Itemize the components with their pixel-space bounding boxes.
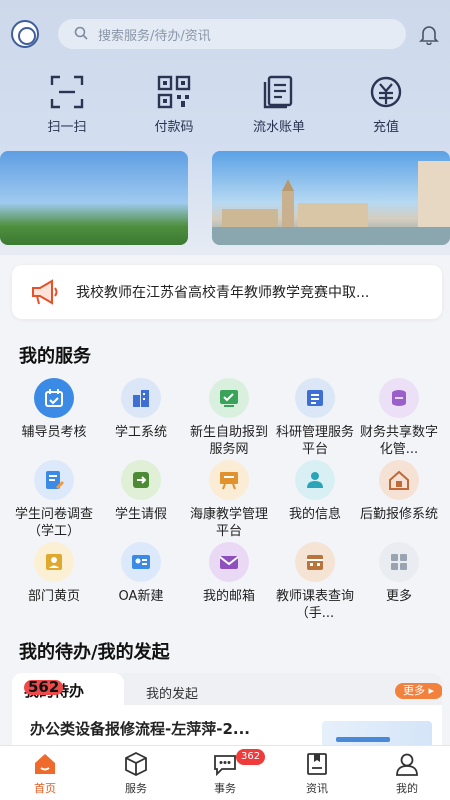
profile-icon [295,460,335,500]
campus-building-illustration [212,161,450,245]
service-item-label: 我的邮箱 [202,589,255,604]
tab-news[interactable]: 资讯 [282,751,352,796]
yellow-pages-icon [34,542,74,582]
tab-mine-label: 我的 [396,782,418,795]
service-item[interactable]: 学生请假 [97,460,185,523]
todo-card: 我的待办 562 我的发起 更多 ▸ 办公类设备报修流程-左萍萍-2... [12,673,442,753]
service-item-label: 学生问卷调查（学工） [14,507,93,539]
recharge-icon [370,76,402,108]
payment-code-button[interactable]: 付款码 [129,74,219,135]
service-item-label: 更多 [385,589,412,604]
todo-count-badge: 562 [24,680,64,695]
tab-my-initiated[interactable]: 我的发起 [146,683,198,702]
service-item[interactable]: 新生自助报到服务网 [185,378,273,458]
service-item[interactable]: 更多 [355,542,443,605]
banner-campus-1[interactable] [0,151,188,245]
calendar-check-icon [34,378,74,418]
service-item-label: 教师课表查询（手... [275,589,354,621]
user-icon [396,753,418,776]
tab-news-label: 资讯 [306,782,328,795]
bill-label: 流水账单 [252,120,305,135]
todo-list-item[interactable]: 办公类设备报修流程-左萍萍-2... [30,718,250,739]
service-item-label: 后勤报修系统 [359,507,438,522]
survey-icon [34,460,74,500]
search-bar[interactable]: 搜索服务/待办/资讯 [58,19,406,49]
recharge-label: 充值 [372,120,399,135]
affairs-count-badge: 362 [236,749,266,765]
service-item-label: 海康教学管理平台 [189,507,268,539]
service-item[interactable]: 学生问卷调查（学工） [10,460,98,540]
coins-icon [379,378,419,418]
oa-new-icon [121,542,161,582]
school-logo [11,20,39,48]
chat-icon [214,755,236,777]
service-item[interactable]: 海康教学管理平台 [185,460,273,540]
service-item[interactable]: 学工系统 [97,378,185,441]
building-icon [121,378,161,418]
quick-actions: 扫一扫 付款码 流水账单 充值 [0,74,450,135]
service-item-label: 新生自助报到服务网 [189,425,268,457]
todo-tabs: 我的待办 562 我的发起 更多 ▸ [12,673,442,705]
search-placeholder: 搜索服务/待办/资讯 [98,29,211,44]
service-item[interactable]: 我的邮箱 [185,542,273,605]
services-title: 我的服务 [19,346,91,367]
tab-services-label: 服务 [125,782,147,795]
mail-icon [209,542,249,582]
service-item[interactable]: 后勤报修系统 [355,460,443,523]
recharge-button[interactable]: 充值 [341,74,431,135]
search-icon [74,26,88,40]
service-item[interactable]: 教师课表查询（手... [271,542,359,622]
service-item-label: 学生请假 [114,507,167,522]
service-item-label: 财务共享数字化管... [359,425,438,457]
service-item-label: 辅导员考核 [21,425,87,440]
research-icon [295,378,335,418]
tab-affairs[interactable]: 事务 362 [190,749,266,796]
tab-my-todo[interactable]: 我的待办 562 [12,673,124,705]
home-icon [35,754,55,774]
teaching-board-icon [209,460,249,500]
todo-section-title: 我的待办/我的发起 [19,642,170,663]
service-item-label: 学工系统 [114,425,167,440]
megaphone-icon [32,279,58,305]
service-item[interactable]: OA新建 [97,542,185,605]
service-item[interactable]: 部门黄页 [10,542,98,605]
bill-button[interactable]: 流水账单 [234,74,324,135]
news-bookmark-icon [307,753,327,775]
qrcode-icon [157,75,191,109]
tab-services[interactable]: 服务 [101,751,171,796]
service-item-label: 部门黄页 [27,589,80,604]
timetable-icon [295,542,335,582]
leave-icon [121,460,161,500]
tab-home[interactable]: 首页 [10,751,80,796]
tab-affairs-label: 事务 [214,782,236,795]
service-item[interactable]: 辅导员考核 [10,378,98,441]
notice-banner[interactable]: 我校教师在江苏省高校青年教师教学竞赛中取... [12,265,442,319]
service-item[interactable]: 科研管理服务平台 [271,378,359,458]
notice-text: 我校教师在江苏省高校青年教师教学竞赛中取... [76,285,370,301]
banner-campus-2[interactable] [212,151,450,245]
payment-code-label: 付款码 [154,120,194,135]
service-cube-icon [125,751,147,777]
tab-home-label: 首页 [34,782,56,795]
checkin-icon [209,378,249,418]
service-item[interactable]: 我的信息 [271,460,359,523]
more-todo-button[interactable]: 更多 ▸ [395,683,442,699]
scan-button[interactable]: 扫一扫 [22,74,112,135]
bill-icon [263,75,293,109]
service-item-label: 科研管理服务平台 [275,425,354,457]
tab-mine[interactable]: 我的 [372,751,442,796]
scan-label: 扫一扫 [47,120,87,135]
bottom-tabbar: 首页 服务 事务 362 资讯 我的 [0,745,450,800]
scan-icon [50,75,84,109]
more-grid-icon [379,542,419,582]
service-item-label: OA新建 [118,589,164,604]
bell-icon[interactable] [418,23,440,45]
service-item-label: 我的信息 [288,507,341,522]
service-item[interactable]: 财务共享数字化管... [355,378,443,458]
repair-house-icon [379,460,419,500]
app-header: 搜索服务/待办/资讯 [0,16,450,52]
